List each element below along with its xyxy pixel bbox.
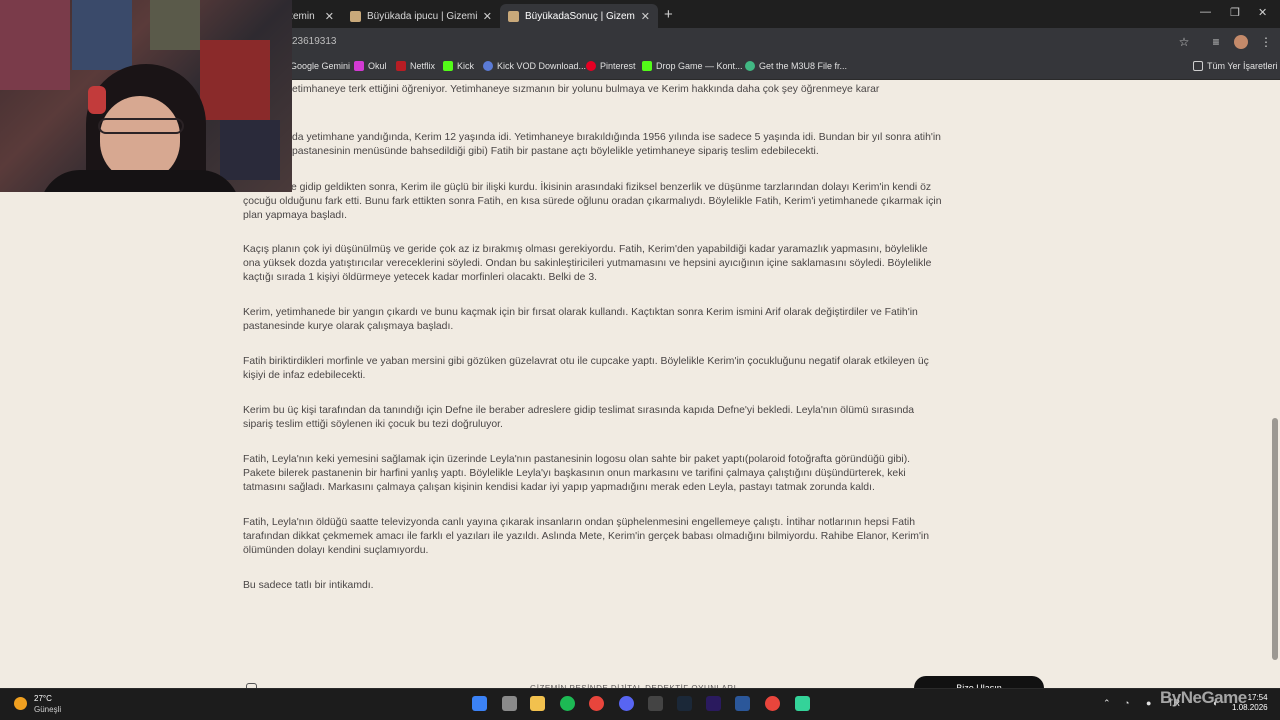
article-paragraph: Fatih biriktirdikleri morfinle ve yaban … [243,356,929,381]
download-icon [483,61,493,71]
site-favicon-icon [350,10,361,22]
poster [200,40,270,120]
site-favicon-icon [508,10,519,22]
reading-list-icon[interactable]: ≡ [1208,34,1224,50]
bookmark-kick[interactable]: Kick [443,61,474,71]
pinterest-icon [586,61,596,71]
task-view-icon[interactable] [502,696,517,711]
sun-icon[interactable] [14,697,27,710]
scrollbar-thumb[interactable] [1272,418,1278,660]
chrome-icon[interactable] [589,696,604,711]
word-icon[interactable] [735,696,750,711]
restore-icon[interactable]: ❐ [1230,6,1240,19]
new-tab-icon[interactable]: + [664,6,673,23]
weather-description: Güneşli [34,705,62,714]
close-window-icon[interactable]: ✕ [1258,6,1267,19]
poster [0,0,70,90]
weather-temperature: 27°C [34,694,52,703]
tab-buyukada-ipucu[interactable]: Büyükada ipucu | Gizemin Peşin ✕ [342,4,500,28]
after-effects-icon[interactable] [706,696,721,711]
article-paragraph: etimhaneye terk ettiğini öğreniyor. Yeti… [292,84,880,95]
streamer-body [40,170,240,192]
file-explorer-icon[interactable] [530,696,545,711]
article-paragraph: Bu sadece tatlı bir intikamdı. [243,580,374,591]
headset [88,86,106,114]
chrome-active-icon[interactable] [765,696,780,711]
spotify-icon[interactable] [560,696,575,711]
network-icon[interactable]: ◔ [1124,698,1129,708]
bookmark-m3u8[interactable]: Get the M3U8 File fr... [745,61,847,71]
all-bookmarks[interactable]: Tüm Yer İşaretleri [1193,61,1278,71]
poster [72,0,132,70]
menu-dots-icon[interactable]: ⋮ [1258,34,1274,50]
poster [150,0,200,50]
glasses [98,118,184,134]
webcam-overlay [0,0,292,192]
tab-buyukada-sonuc[interactable]: BüyükadaSonuç | Gizemin Peşin ✕ [500,4,658,28]
bookmark-drop-game[interactable]: Drop Game — Kont... [642,61,743,71]
bookmark-google-gemini[interactable]: Google Gemini [290,61,350,71]
bookmark-icon [745,61,755,71]
bookmark-kick-vod[interactable]: Kick VOD Download... [483,61,586,71]
close-icon[interactable]: ✕ [483,10,492,23]
kick-icon [642,61,652,71]
folder-icon [1193,61,1203,71]
profile-avatar[interactable] [1234,35,1248,49]
bookmark-pinterest[interactable]: Pinterest [586,61,636,71]
article-paragraph: etimhaneye gidip geldikten sonra, Kerim … [243,182,942,221]
close-icon[interactable]: ✕ [641,10,650,23]
article-paragraph: da yetimhane yandığında, Kerim 12 yaşınd… [292,132,941,157]
article-paragraph: Kaçış planın çok iyi düşünülmüş ve gerid… [243,244,932,283]
bookmark-icon [354,61,364,71]
windows-start-icon[interactable] [472,696,487,711]
tray-chevron-icon[interactable]: ⌃ [1103,698,1111,709]
bookmark-netflix[interactable]: Netflix [396,61,435,71]
kick-icon [443,61,453,71]
article-paragraph: Kerim, yetimhanede bir yangın çıkardı ve… [243,307,918,332]
mic-icon[interactable]: ● [1146,698,1151,708]
bookmark-okul[interactable]: Okul [354,61,387,71]
app-icon[interactable] [795,696,810,711]
article-paragraph: Fatih, Leyla'nın öldüğü saatte televizyo… [243,517,930,556]
url-text[interactable]: 23619313 [292,36,337,47]
poster [220,120,280,180]
netflix-icon [396,61,406,71]
article-paragraph: Fatih, Leyla'nın keki yemesini sağlamak … [243,454,911,493]
close-icon[interactable]: ✕ [325,10,334,23]
watermark-logo: ByNeGame [1160,688,1247,707]
tab-label: Büyükada ipucu | Gizemin Peşin [367,10,477,22]
article-paragraph: Kerim bu üç kişi tarafından da tanındığı… [243,405,915,430]
minimize-icon[interactable]: — [1200,6,1211,18]
star-bookmark-icon[interactable]: ☆ [1176,34,1192,50]
app-icon[interactable] [648,696,663,711]
windows-taskbar [0,688,1280,720]
steam-icon[interactable] [677,696,692,711]
tab-label: BüyükadaSonuç | Gizemin Peşin [525,10,635,22]
discord-icon[interactable] [619,696,634,711]
